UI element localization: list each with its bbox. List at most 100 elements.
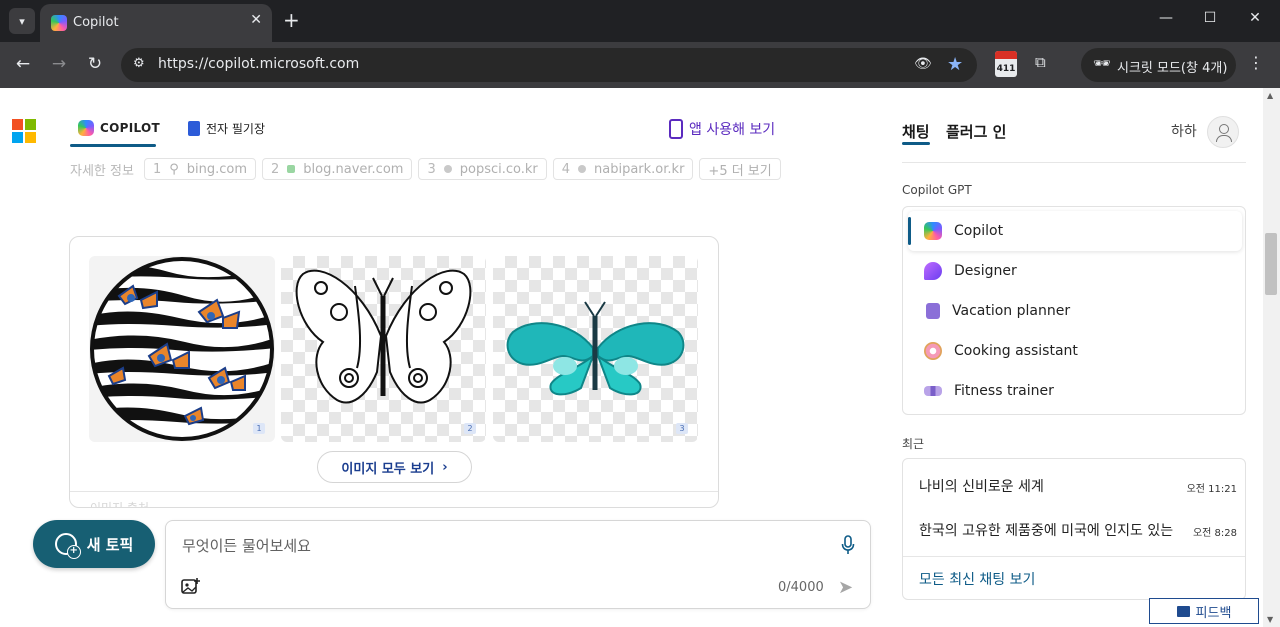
- browser-tab[interactable]: Copilot ✕: [40, 4, 272, 42]
- image-thumbnail[interactable]: 3: [493, 256, 698, 442]
- naver-favicon-icon: [287, 165, 296, 173]
- gpt-item-label: Designer: [954, 263, 1017, 279]
- gpt-item-vacation-planner[interactable]: Vacation planner: [908, 291, 1242, 331]
- zebra-butterfly-image: [90, 257, 274, 441]
- user-name[interactable]: 하하: [1171, 121, 1197, 141]
- new-topic-button[interactable]: 새 토픽: [33, 520, 155, 568]
- minimize-button[interactable]: —: [1156, 10, 1176, 26]
- gpt-item-label: Cooking assistant: [954, 343, 1078, 359]
- reload-button[interactable]: ↻: [84, 54, 106, 74]
- show-all-images-label: 이미지 모두 보기: [341, 461, 435, 477]
- recent-chat-title: 나비의 신비로운 세계: [919, 479, 1044, 495]
- reference-chip[interactable]: 4 nabipark.or.kr: [552, 158, 694, 180]
- incognito-profile-chip[interactable]: 🕶 시크릿 모드(창 4개): [1081, 48, 1236, 82]
- gpt-item-label: Fitness trainer: [954, 383, 1054, 399]
- incognito-icon: 🕶: [1093, 56, 1111, 72]
- phone-icon: [669, 119, 683, 139]
- recent-chat-item[interactable]: 한국의 고유한 제품중에 미국에 인지도 있는 제품: [919, 520, 1177, 540]
- notebook-icon: [188, 121, 200, 136]
- new-tab-button[interactable]: +: [283, 8, 300, 32]
- active-tab-indicator: [902, 142, 930, 145]
- extensions-puzzle-icon[interactable]: ⧉: [1035, 53, 1046, 71]
- references-label: 자세한 정보: [70, 163, 134, 179]
- forward-button[interactable]: →: [48, 54, 70, 74]
- site-info-icon[interactable]: ⚙: [133, 56, 145, 71]
- recent-chat-time: 오전 8:28: [1192, 528, 1237, 539]
- copilot-favicon-icon: [51, 15, 67, 31]
- globe-icon: [578, 165, 587, 173]
- copilot-icon: [924, 222, 942, 240]
- reference-site: bing.com: [186, 161, 248, 177]
- close-tab-icon[interactable]: ✕: [250, 12, 262, 28]
- gpt-item-fitness-trainer[interactable]: Fitness trainer: [908, 371, 1242, 411]
- bookmark-star-icon[interactable]: ★: [947, 54, 963, 75]
- image-index-badge: 1: [253, 423, 265, 434]
- calendar-extension-icon[interactable]: 411: [995, 51, 1017, 77]
- image-thumbnail[interactable]: 1: [89, 256, 275, 442]
- nav-tab-copilot-label: COPILOT: [100, 121, 160, 135]
- address-bar[interactable]: ⚙ https://copilot.microsoft.com 👁 ★: [121, 48, 977, 82]
- reference-chip[interactable]: 1 ⚲ bing.com: [143, 158, 257, 180]
- tracking-protection-icon[interactable]: 👁: [914, 56, 932, 72]
- recent-chats-list: 나비의 신비로운 세계 오전 11:21 한국의 고유한 제품중에 미국에 인지…: [902, 458, 1246, 600]
- try-app-link[interactable]: 앱 사용해 보기: [669, 119, 775, 139]
- url-text[interactable]: https://copilot.microsoft.com: [158, 56, 359, 72]
- show-all-images-button[interactable]: 이미지 모두 보기 ›: [317, 451, 472, 483]
- gpt-item-designer[interactable]: Designer: [908, 251, 1242, 291]
- donut-icon: [924, 342, 942, 360]
- gpt-section-title: Copilot GPT: [902, 183, 972, 197]
- microphone-icon[interactable]: [841, 535, 855, 555]
- divider: [902, 162, 1246, 163]
- feedback-button[interactable]: 피드백: [1149, 598, 1259, 624]
- reference-number: 3: [427, 161, 436, 177]
- teal-butterfly-image: [506, 301, 685, 396]
- send-icon[interactable]: ➤: [838, 577, 853, 598]
- new-topic-label: 새 토픽: [86, 535, 134, 554]
- scrollbar-thumb[interactable]: [1265, 233, 1277, 295]
- gpt-item-cooking-assistant[interactable]: Cooking assistant: [908, 331, 1242, 371]
- user-avatar-icon[interactable]: [1207, 116, 1239, 148]
- designer-icon: [924, 262, 942, 280]
- copilot-page: COPILOT 전자 필기장 앱 사용해 보기 자세한 정보 1 ⚲ bing.…: [0, 88, 1280, 627]
- gpt-item-copilot[interactable]: Copilot: [908, 211, 1242, 251]
- scroll-down-arrow-icon[interactable]: ▼: [1267, 615, 1273, 624]
- tab-chat[interactable]: 채팅: [902, 121, 930, 142]
- browser-toolbar: ← → ↻ ⚙ https://copilot.microsoft.com 👁 …: [0, 42, 1280, 88]
- maximize-button[interactable]: ☐: [1200, 10, 1220, 26]
- see-all-recent-chats-link[interactable]: 모든 최신 채팅 보기: [919, 569, 1035, 589]
- more-references-button[interactable]: +5 더 보기: [699, 158, 781, 180]
- gpt-item-label: Copilot: [954, 223, 1004, 239]
- chat-input[interactable]: [182, 535, 822, 557]
- image-thumbnail[interactable]: 2: [281, 256, 486, 442]
- image-upload-icon[interactable]: [181, 577, 201, 595]
- divider: [903, 556, 1245, 557]
- reference-number: 2: [271, 161, 280, 177]
- recent-chat-time: 오전 11:21: [1186, 484, 1237, 495]
- new-chat-icon: [54, 533, 81, 559]
- close-window-button[interactable]: ✕: [1245, 10, 1265, 26]
- nav-tab-copilot[interactable]: COPILOT: [78, 120, 160, 136]
- image-index-badge: 3: [676, 423, 688, 434]
- reference-chip[interactable]: 3 popsci.co.kr: [418, 158, 547, 180]
- browser-menu-icon[interactable]: ⋮: [1248, 53, 1264, 72]
- page-scrollbar[interactable]: [1263, 88, 1280, 627]
- dumbbell-icon: [924, 386, 942, 396]
- references-row: 자세한 정보 1 ⚲ bing.com 2 blog.naver.com 3 p…: [70, 158, 781, 180]
- scroll-up-arrow-icon[interactable]: ▲: [1267, 91, 1273, 100]
- reference-chip[interactable]: 2 blog.naver.com: [262, 158, 413, 180]
- lineart-butterfly-image: [295, 269, 472, 404]
- tab-plugins[interactable]: 플러그 인: [946, 121, 1006, 142]
- nav-tab-notebook[interactable]: 전자 필기장: [188, 120, 265, 137]
- tab-search-button[interactable]: ▾: [9, 8, 35, 34]
- tab-title: Copilot: [73, 15, 119, 30]
- card-divider: [70, 491, 718, 492]
- profile-label: 시크릿 모드(창 4개): [1117, 61, 1228, 76]
- nav-tab-notebook-label: 전자 필기장: [206, 122, 266, 136]
- microsoft-logo[interactable]: [12, 119, 36, 143]
- back-button[interactable]: ←: [12, 54, 34, 74]
- search-icon: ⚲: [169, 161, 179, 177]
- recent-section-title: 최근: [902, 437, 925, 451]
- recent-chat-title: 한국의 고유한 제품중에 미국에 인지도 있는 제품: [919, 523, 1177, 539]
- try-app-label: 앱 사용해 보기: [689, 122, 776, 138]
- reference-site: nabipark.or.kr: [594, 161, 685, 177]
